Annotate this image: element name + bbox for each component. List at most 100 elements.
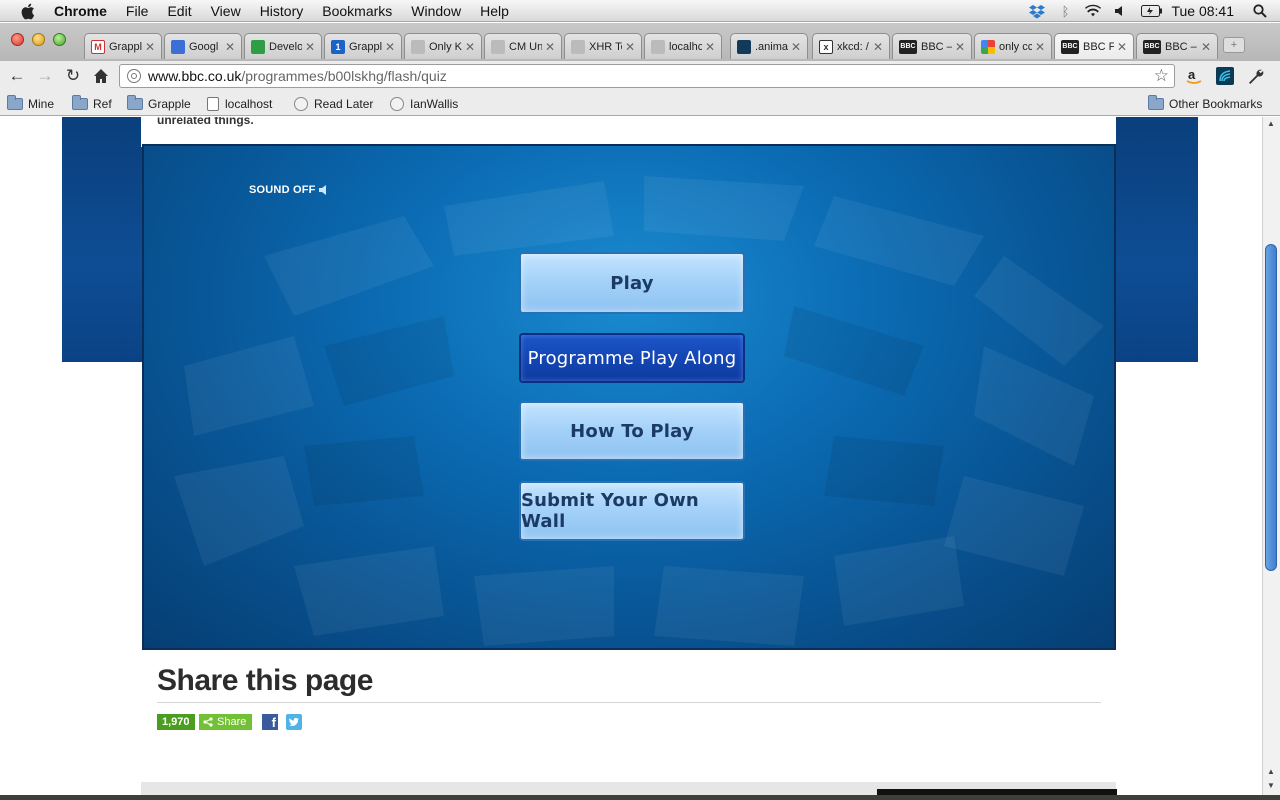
- menu-edit[interactable]: Edit: [167, 3, 191, 19]
- menu-bookmarks[interactable]: Bookmarks: [322, 3, 392, 19]
- tab-close-icon[interactable]: ✕: [625, 40, 635, 54]
- bookmark-ianwallis[interactable]: IanWallis: [390, 96, 458, 112]
- tab-close-icon[interactable]: ✕: [955, 40, 965, 54]
- scrollbar-thumb[interactable]: [1265, 244, 1277, 571]
- tab-google-docs[interactable]: Googl ✕: [164, 33, 242, 59]
- zoom-window-button[interactable]: [53, 33, 66, 46]
- wrench-menu-icon[interactable]: [1246, 66, 1266, 86]
- folder-icon: [7, 95, 23, 110]
- menu-history[interactable]: History: [260, 3, 304, 19]
- tab-develop-sheet[interactable]: Develo ✕: [244, 33, 322, 59]
- menu-file[interactable]: File: [126, 3, 149, 19]
- tab-close-icon[interactable]: ✕: [465, 40, 475, 54]
- tab-cm-un[interactable]: CM Un ✕: [484, 33, 562, 59]
- spotlight-search-icon[interactable]: [1252, 3, 1268, 19]
- reload-icon[interactable]: ↻: [63, 66, 83, 86]
- url-host: www.bbc.co.uk: [148, 68, 242, 84]
- bookmark-label: Mine: [28, 97, 55, 111]
- volume-icon[interactable]: [1113, 3, 1129, 19]
- tab-close-icon[interactable]: ✕: [1201, 40, 1211, 54]
- bookmark-label: IanWallis: [410, 97, 459, 111]
- scroll-up-arrow-icon[interactable]: ▲: [1267, 119, 1275, 128]
- how-to-play-button[interactable]: How To Play: [521, 403, 743, 459]
- swirl-icon: [737, 39, 751, 54]
- tab-only-k[interactable]: Only K ✕: [404, 33, 482, 59]
- facebook-icon[interactable]: f: [262, 714, 278, 730]
- bookmark-label: Read Later: [314, 97, 374, 111]
- tab-only-connect-google[interactable]: only cc ✕: [974, 33, 1052, 59]
- menu-view[interactable]: View: [211, 3, 241, 19]
- browser-toolbar: ← → ↻ www.bbc.co.uk /programmes/b00lskhg…: [0, 61, 1280, 91]
- tab-anima[interactable]: .anima ✕: [730, 33, 808, 59]
- tab-close-icon[interactable]: ✕: [873, 40, 883, 54]
- tab-label: Develo: [269, 40, 302, 53]
- amazon-extension-icon[interactable]: a: [1184, 66, 1204, 86]
- scroll-down-arrow-icon[interactable]: ▼: [1267, 781, 1275, 790]
- new-tab-button[interactable]: +: [1223, 37, 1245, 53]
- tab-xhr-test[interactable]: XHR Te ✕: [564, 33, 642, 59]
- tab-gmail-grapple[interactable]: M Grappl ✕: [84, 33, 162, 59]
- speaker-icon: [318, 185, 326, 195]
- tab-close-icon[interactable]: ✕: [305, 40, 315, 54]
- minimize-window-button[interactable]: [32, 33, 45, 46]
- apple-menu-icon[interactable]: [20, 2, 38, 20]
- tab-close-icon[interactable]: ✕: [1117, 40, 1127, 54]
- google-icon: [981, 39, 995, 54]
- tab-close-icon[interactable]: ✕: [791, 40, 801, 54]
- close-window-button[interactable]: [11, 33, 24, 46]
- scroll-up-arrow-icon[interactable]: ▲: [1267, 767, 1275, 776]
- tab-close-icon[interactable]: ✕: [145, 40, 155, 54]
- tab-bbc-active[interactable]: BBC BBC Fc ✕: [1054, 33, 1134, 59]
- sound-toggle-label: SOUND OFF: [249, 184, 316, 196]
- calendar-icon: 1: [331, 39, 345, 54]
- tab-localhost[interactable]: localhc ✕: [644, 33, 722, 59]
- bookmark-other-folder[interactable]: Other Bookmarks: [1148, 95, 1262, 112]
- swirl-extension-icon[interactable]: [1215, 66, 1235, 86]
- back-arrow-icon[interactable]: ←: [7, 66, 27, 86]
- menu-window[interactable]: Window: [411, 3, 461, 19]
- menu-app-name[interactable]: Chrome: [54, 3, 107, 19]
- folder-icon: [1148, 95, 1164, 110]
- forward-arrow-icon[interactable]: →: [35, 66, 55, 86]
- tab-xkcd[interactable]: x xkcd: / ✕: [812, 33, 890, 59]
- menu-help[interactable]: Help: [480, 3, 509, 19]
- tab-label: Only K: [429, 40, 462, 53]
- vertical-scrollbar[interactable]: ▲ ▲ ▼: [1262, 117, 1280, 800]
- page-icon: [207, 97, 219, 111]
- tab-bbc-1[interactable]: BBC BBC – / ✕: [892, 33, 972, 59]
- quiz-flash-panel[interactable]: SOUND OFF Play Programme Play Along How …: [142, 144, 1116, 650]
- tab-close-icon[interactable]: ✕: [385, 40, 395, 54]
- home-icon[interactable]: [91, 66, 111, 86]
- share-heading: Share this page: [157, 664, 373, 697]
- page-info-icon[interactable]: [126, 68, 142, 84]
- play-button[interactable]: Play: [521, 254, 743, 312]
- tab-close-icon[interactable]: ✕: [545, 40, 555, 54]
- tab-close-icon[interactable]: ✕: [225, 40, 235, 54]
- bookmark-localhost[interactable]: localhost: [207, 96, 272, 112]
- share-button[interactable]: Share: [199, 714, 253, 730]
- tab-label: xkcd: /: [837, 40, 869, 53]
- bookmark-folder-ref[interactable]: Ref: [72, 95, 112, 112]
- address-bar[interactable]: www.bbc.co.uk /programmes/b00lskhg/flash…: [119, 64, 1175, 88]
- submit-your-own-wall-button[interactable]: Submit Your Own Wall: [521, 483, 743, 539]
- twitter-icon[interactable]: [286, 714, 302, 730]
- tab-label: BBC – /: [921, 40, 952, 53]
- page-viewport: unrelated things. SOUND OFF Play Program…: [0, 117, 1262, 800]
- battery-icon[interactable]: [1141, 3, 1163, 19]
- tab-close-icon[interactable]: ✕: [1035, 40, 1045, 54]
- sound-toggle-button[interactable]: SOUND OFF: [249, 184, 329, 196]
- bookmark-star-icon[interactable]: ☆: [1154, 66, 1169, 86]
- bookmark-folder-mine[interactable]: Mine: [7, 95, 55, 112]
- tab-close-icon[interactable]: ✕: [705, 40, 715, 54]
- intro-text: unrelated things.: [157, 117, 254, 127]
- tab-grapple-calendar[interactable]: 1 Grappl ✕: [324, 33, 402, 59]
- wifi-icon[interactable]: [1085, 3, 1102, 19]
- programme-play-along-button[interactable]: Programme Play Along: [521, 335, 743, 381]
- spreadsheet-icon: [251, 39, 265, 54]
- dropbox-icon[interactable]: [1029, 3, 1046, 19]
- menubar-clock[interactable]: Tue 08:41: [1171, 3, 1234, 19]
- bookmark-read-later[interactable]: Read Later: [294, 96, 373, 112]
- bluetooth-icon[interactable]: ᛒ: [1057, 3, 1073, 19]
- tab-bbc-2[interactable]: BBC BBC – I ✕: [1136, 33, 1218, 59]
- bookmark-folder-grapple[interactable]: Grapple: [127, 95, 191, 112]
